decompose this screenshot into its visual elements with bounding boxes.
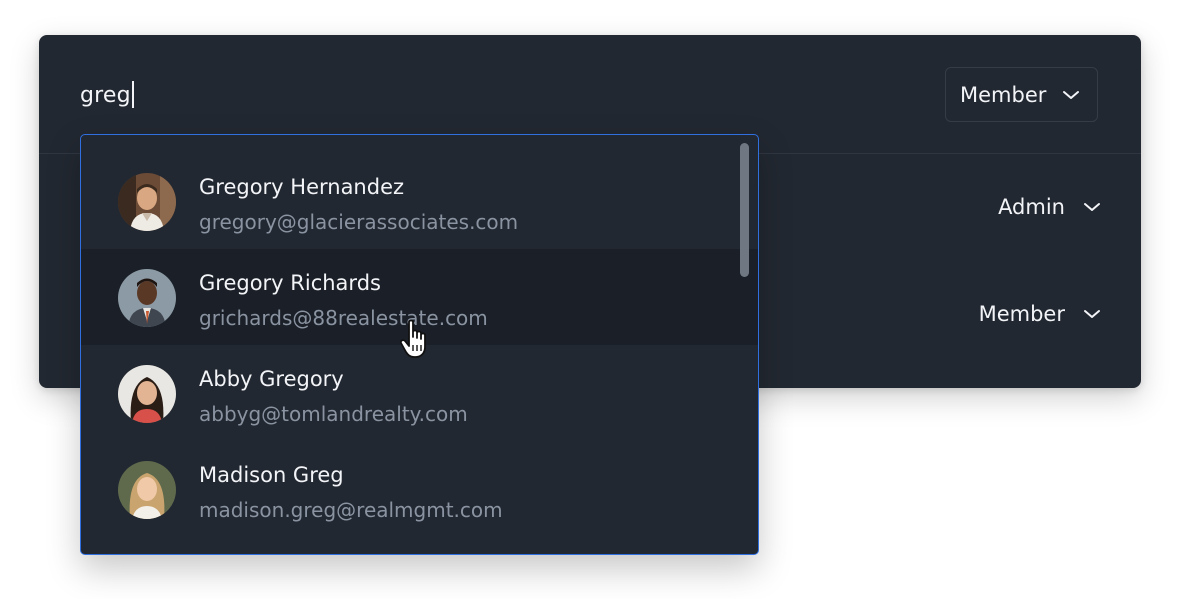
search-input-value: greg	[80, 83, 131, 108]
suggestion-name: Gregory Hernandez	[199, 175, 405, 199]
dropdown-scrollbar[interactable]	[740, 143, 749, 277]
member-role-label: Member	[978, 302, 1065, 326]
chevron-down-icon	[1062, 89, 1080, 101]
avatar	[118, 461, 176, 519]
suggestion-name: Abby Gregory	[199, 367, 344, 391]
avatar	[118, 365, 176, 423]
suggestion-email: grichards@88realestate.com	[199, 306, 488, 330]
chevron-down-icon	[1083, 308, 1101, 320]
new-member-role-label: Member	[960, 82, 1047, 107]
suggestion-email: abbyg@tomlandrealty.com	[199, 402, 468, 426]
avatar	[118, 269, 176, 327]
new-member-role-select[interactable]: Member	[945, 67, 1098, 122]
suggestion-email: gregory@glacierassociates.com	[199, 210, 519, 234]
member-role-select[interactable]: Admin	[998, 195, 1101, 219]
avatar	[118, 173, 176, 231]
suggestion-name: Madison Greg	[199, 463, 344, 487]
member-role-label: Admin	[998, 195, 1065, 219]
text-caret	[131, 81, 134, 108]
suggestion-email: madison.greg@realmgmt.com	[199, 498, 503, 522]
member-role-select[interactable]: Member	[979, 302, 1101, 326]
hand-pointer-icon	[398, 318, 442, 362]
suggestion-item[interactable]: Gregory Hernandez gregory@glacierassocia…	[81, 153, 758, 249]
suggestion-name: Gregory Richards	[199, 271, 381, 295]
chevron-down-icon	[1083, 201, 1101, 213]
search-input[interactable]: greg	[80, 81, 134, 110]
stage: greg Member Admin Member Gregory Hernand…	[0, 0, 1180, 599]
suggestion-item[interactable]: Madison Greg madison.greg@realmgmt.com	[81, 441, 758, 537]
